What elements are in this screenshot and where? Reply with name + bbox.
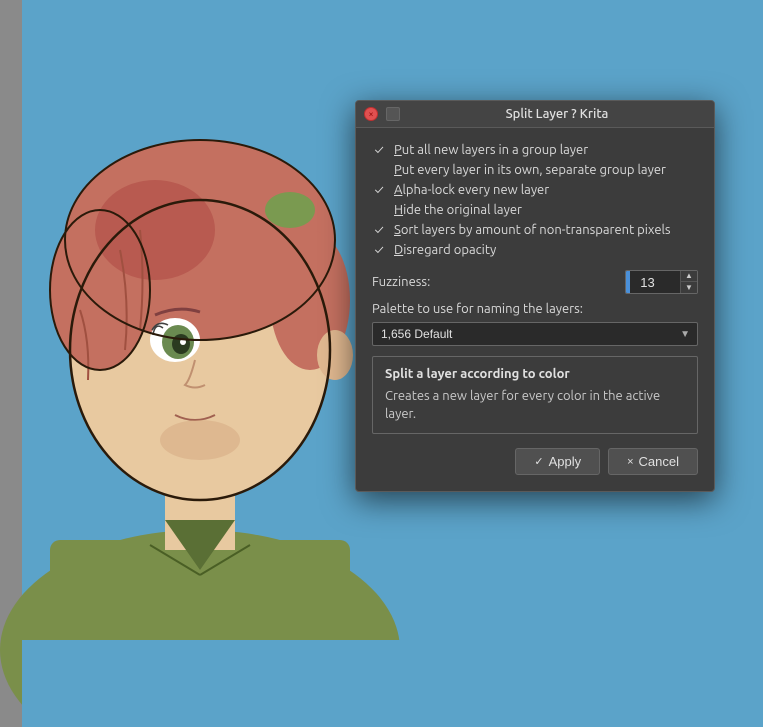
checkbox-label-put-all: Put all new layers in a group layer <box>394 143 698 157</box>
checkmark-put-every <box>372 163 386 177</box>
info-title: Split a layer according to color <box>385 367 685 381</box>
info-description: Creates a new layer for every color in t… <box>385 387 685 423</box>
dialog-titlebar: × Split Layer ? Krita <box>356 101 714 128</box>
checkbox-label-put-every: Put every layer in its own, separate gro… <box>394 163 698 177</box>
fuzziness-label: Fuzziness: <box>372 275 430 289</box>
checkbox-row-put-every[interactable]: Put every layer in its own, separate gro… <box>372 160 698 180</box>
fuzziness-spinner: ▲ ▼ <box>680 271 697 293</box>
palette-select[interactable]: 1,656 Default <box>372 322 698 346</box>
checkbox-label-hide-original: Hide the original layer <box>394 203 698 217</box>
checkmark-hide-original <box>372 203 386 217</box>
cancel-button-label: Cancel <box>639 454 679 469</box>
info-box: Split a layer according to color Creates… <box>372 356 698 434</box>
close-button[interactable]: × <box>364 107 378 121</box>
checkbox-row-put-all[interactable]: ✓ Put all new layers in a group layer <box>372 140 698 160</box>
fuzziness-decrement-button[interactable]: ▼ <box>681 282 697 293</box>
fuzziness-input[interactable] <box>630 273 680 292</box>
split-layer-dialog: × Split Layer ? Krita ✓ Put all new laye… <box>355 100 715 492</box>
minimize-button[interactable] <box>386 107 400 121</box>
checkmark-disregard-opacity: ✓ <box>372 243 386 257</box>
checkbox-label-disregard-opacity: Disregard opacity <box>394 243 698 257</box>
cancel-x-icon: × <box>627 456 633 468</box>
fuzziness-increment-button[interactable]: ▲ <box>681 271 697 282</box>
apply-button[interactable]: ✓ Apply <box>515 448 600 475</box>
palette-label: Palette to use for naming the layers: <box>372 302 698 316</box>
checkbox-row-sort-layers[interactable]: ✓ Sort layers by amount of non-transpare… <box>372 220 698 240</box>
checkbox-row-disregard-opacity[interactable]: ✓ Disregard opacity <box>372 240 698 260</box>
checkmark-alpha-lock: ✓ <box>372 183 386 197</box>
fuzziness-row: Fuzziness: ▲ ▼ <box>372 270 698 294</box>
checkmark-sort-layers: ✓ <box>372 223 386 237</box>
fuzziness-input-wrapper: ▲ ▼ <box>625 270 698 294</box>
palette-select-wrapper: 1,656 Default ▼ <box>372 322 698 346</box>
dialog-content: ✓ Put all new layers in a group layer Pu… <box>356 128 714 491</box>
checkbox-row-alpha-lock[interactable]: ✓ Alpha-lock every new layer <box>372 180 698 200</box>
apply-button-label: Apply <box>549 454 582 469</box>
checkbox-row-hide-original[interactable]: Hide the original layer <box>372 200 698 220</box>
cancel-button[interactable]: × Cancel <box>608 448 698 475</box>
checkbox-label-sort-layers: Sort layers by amount of non-transparent… <box>394 223 698 237</box>
dialog-title: Split Layer ? Krita <box>408 107 706 121</box>
button-row: ✓ Apply × Cancel <box>372 448 698 479</box>
apply-checkmark-icon: ✓ <box>534 455 543 468</box>
checkmark-put-all: ✓ <box>372 143 386 157</box>
checkbox-label-alpha-lock: Alpha-lock every new layer <box>394 183 698 197</box>
